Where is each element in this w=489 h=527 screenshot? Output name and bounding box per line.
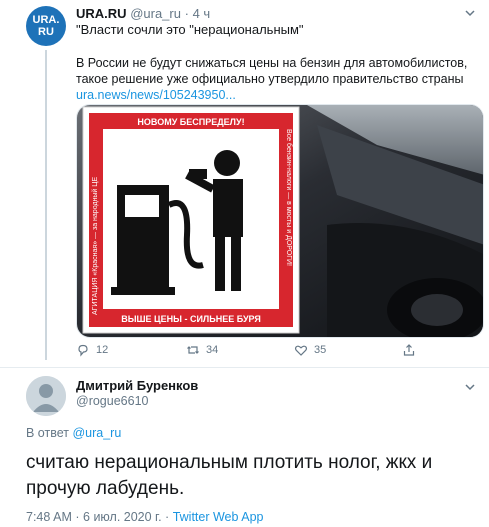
sticker-bottom-text: ВЫШЕ ЦЕНЫ - СИЛЬНЕЕ БУРЯ [121,314,261,324]
retweet-action[interactable]: 34 [186,343,218,357]
avatar-text-1: URA. [32,14,60,26]
reply-to-handle[interactable]: @ura_ru [72,426,121,440]
share-icon [403,344,415,356]
author-handle[interactable]: @ura_ru [130,6,181,21]
author-name[interactable]: URA.RU [76,6,127,21]
retweet-count: 34 [206,344,219,356]
tweet-link[interactable]: ura.news/news/105243950... [76,88,236,102]
like-count: 35 [314,344,327,356]
reply-to-prefix: В ответ [26,426,69,440]
thread-line [45,50,47,360]
avatar-ura[interactable]: URA. RU [26,6,66,46]
chevron-down-icon[interactable] [463,6,477,20]
reply-icon [78,344,88,357]
reply-action[interactable]: 12 [76,343,108,357]
tweet[interactable]: URA. RU URA.RU @ura_ru · 4 ч "Власти соч… [0,0,489,367]
sticker-left-text: АГИТАЦИЯ «Красная» — за народный ЦЕ [91,177,99,315]
like-action[interactable]: 35 [294,343,326,357]
reply-time[interactable]: 7:48 AM [26,510,72,524]
header-separator: · [184,6,189,21]
heart-icon [294,345,308,356]
reply-to: В ответ @ura_ru [26,426,121,440]
meta-separator-2: · [165,510,170,524]
reply-tweet: Дмитрий Буренков @rogue6610 В ответ @ura… [0,368,489,527]
sticker-top-text: НОВОМУ БЕСПРЕДЕЛУ! [137,117,244,127]
tweet-meta: 7:48 AM · 6 июл. 2020 г. · Twitter Web A… [26,510,264,524]
gas-sticker-photo: НОВОМУ БЕСПРЕДЕЛУ! ВЫШЕ ЦЕНЫ - СИЛЬНЕЕ Б… [77,105,483,337]
tweet-time[interactable]: 4 ч [193,6,211,21]
sticker-right-text: Все бензин-налоги — в мосты и ДОРОГИ! [285,129,293,266]
reply-date[interactable]: 6 июл. 2020 г. [83,510,162,524]
reply-author-name[interactable]: Дмитрий Буренков [76,378,198,393]
retweet-icon [187,346,199,354]
tweet-image[interactable]: НОВОМУ БЕСПРЕДЕЛУ! ВЫШЕ ЦЕНЫ - СИЛЬНЕЕ Б… [76,104,484,338]
meta-separator-1: · [75,510,80,524]
reply-count: 12 [96,344,109,356]
reply-source[interactable]: Twitter Web App [173,510,264,524]
tweet-text: В России не будут снижаться цены на бенз… [76,56,468,86]
tweet-header: URA.RU @ura_ru · 4 ч [76,6,210,21]
tweet-quote: "Власти сочли это "нерациональным" [76,22,304,37]
share-action[interactable] [402,343,416,357]
chevron-down-icon[interactable] [463,380,477,394]
tweet-actions: 12 34 35 [76,343,436,361]
tweet-body: В России не будут снижаться цены на бенз… [76,55,476,103]
avatar-text-2: RU [38,26,54,38]
avatar[interactable] [26,376,66,416]
default-avatar-icon [26,376,66,416]
reply-text: считаю нерациональным плотить нолог, жкх… [26,452,433,499]
reply-author-handle[interactable]: @rogue6610 [76,394,148,408]
